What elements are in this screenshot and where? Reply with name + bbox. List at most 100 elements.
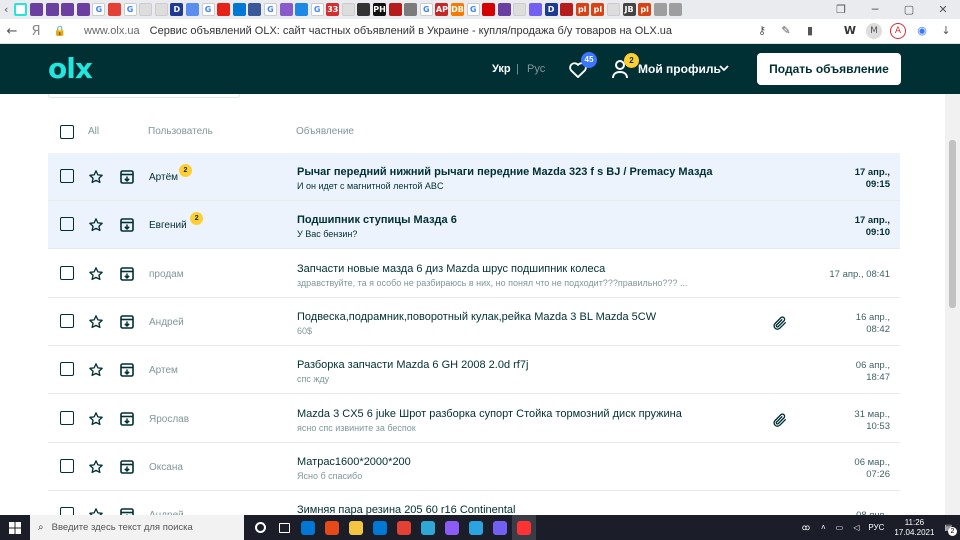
ad-title[interactable]: Запчасти новые мазда 6 диз Mazda шрус по… bbox=[297, 263, 605, 275]
language-indicator[interactable]: РУС bbox=[868, 523, 884, 532]
message-row[interactable]: Артём 2 Рычаг передний нижний рычаги перед… bbox=[48, 153, 900, 201]
play-favicon[interactable] bbox=[357, 3, 371, 16]
d-favicon[interactable]: D bbox=[170, 3, 184, 16]
download-icon[interactable]: ↓ bbox=[938, 23, 954, 39]
sender-name[interactable]: Оксана bbox=[149, 462, 183, 473]
doc-favicon[interactable] bbox=[341, 3, 355, 16]
yandex-browser-icon[interactable] bbox=[512, 515, 536, 540]
back-button[interactable]: ← bbox=[0, 24, 24, 39]
key-icon[interactable]: ⚷ bbox=[754, 23, 770, 39]
pl-favicon[interactable]: pl bbox=[575, 3, 589, 16]
google-favicon[interactable]: G bbox=[419, 3, 433, 16]
clock[interactable]: 11:26 17.04.2021 bbox=[894, 518, 934, 538]
ap-favicon[interactable]: AP bbox=[435, 3, 449, 16]
viber-favicon[interactable] bbox=[529, 3, 542, 16]
ad-title[interactable]: Подвеска,подрамник,поворотный кулак,рейк… bbox=[297, 311, 656, 323]
last-message[interactable]: И он идет с магнитной лентой ABC bbox=[297, 181, 727, 191]
purple-favicon[interactable] bbox=[497, 3, 511, 16]
heart-favicon[interactable] bbox=[560, 3, 574, 16]
select-all-checkbox[interactable] bbox=[60, 125, 74, 139]
row-checkbox[interactable] bbox=[60, 169, 74, 183]
scrollbar-thumb[interactable] bbox=[949, 140, 956, 308]
message-row[interactable]: Евгений 2 Подшипник ступицы Мазда 6 У Вас б… bbox=[48, 201, 900, 250]
car-favicon[interactable] bbox=[653, 3, 667, 16]
archive-icon[interactable] bbox=[120, 315, 134, 329]
network-icon[interactable]: ▭ bbox=[836, 523, 844, 532]
doc-favicon[interactable] bbox=[154, 3, 168, 16]
people-icon[interactable]: ꝏ bbox=[802, 523, 810, 532]
notifications-center-icon[interactable]: ▤2 bbox=[944, 523, 957, 536]
ph-favicon[interactable]: PH bbox=[373, 3, 387, 16]
pl-favicon[interactable]: pl bbox=[638, 3, 652, 16]
star-icon[interactable] bbox=[88, 362, 104, 378]
message-row[interactable]: Андрей Подвеска,подрамник,поворотный кула… bbox=[48, 298, 900, 346]
ad-title[interactable]: Матрас1600*2000*200 bbox=[297, 456, 411, 468]
google-favicon[interactable]: G bbox=[201, 3, 215, 16]
star-icon[interactable] bbox=[88, 411, 104, 427]
store-icon[interactable] bbox=[296, 515, 320, 540]
ad-title[interactable]: Разборка запчасти Mazda 6 GH 2008 2.0d r… bbox=[297, 359, 528, 371]
row-checkbox[interactable] bbox=[60, 265, 74, 280]
extension-shield-icon[interactable]: ◉ bbox=[914, 23, 930, 39]
opera-favicon[interactable] bbox=[482, 3, 496, 16]
minimize-button[interactable]: ─ bbox=[858, 0, 892, 19]
url-page-title[interactable]: Сервис объявлений OLX: сайт частных объя… bbox=[150, 25, 672, 37]
last-message[interactable]: здравствуйте, та я особо не разбираюсь в… bbox=[297, 278, 727, 288]
yandex-home-button[interactable]: Я bbox=[24, 24, 48, 39]
extension-m-icon[interactable]: M bbox=[866, 23, 882, 39]
purple-favicon[interactable] bbox=[45, 3, 59, 16]
row-checkbox[interactable] bbox=[60, 410, 74, 425]
telegram-icon[interactable] bbox=[464, 515, 488, 540]
archive-icon[interactable] bbox=[120, 459, 134, 474]
row-checkbox[interactable] bbox=[60, 313, 74, 328]
doc-favicon[interactable] bbox=[139, 3, 153, 16]
url-host[interactable]: www.olx.ua bbox=[84, 25, 140, 37]
sender-name[interactable]: Ярослав bbox=[149, 414, 189, 425]
folder-icon[interactable] bbox=[344, 515, 368, 540]
mail-favicon[interactable] bbox=[232, 3, 246, 16]
pin-tabs-icon[interactable]: ❐ bbox=[824, 0, 858, 19]
last-message[interactable]: Ясно б спасибо bbox=[297, 471, 727, 481]
car-favicon[interactable] bbox=[669, 3, 683, 16]
google-favicon[interactable]: G bbox=[466, 3, 480, 16]
google-favicon[interactable]: G bbox=[92, 3, 106, 16]
message-row[interactable]: Оксана Матрас1600*2000*200 Ясно б спасибо 0… bbox=[48, 443, 900, 491]
pl-favicon[interactable]: pl bbox=[591, 3, 605, 16]
taskbar-search-box[interactable]: ⌕ Введите здесь текст для поиска bbox=[30, 515, 244, 540]
speaker-icon[interactable]: ◁ bbox=[853, 523, 859, 532]
last-message[interactable]: спс жду bbox=[297, 374, 727, 384]
chrome-favicon[interactable] bbox=[107, 3, 121, 16]
sender-name[interactable]: Артем bbox=[149, 365, 178, 376]
close-window-button[interactable]: ✕ bbox=[926, 0, 960, 19]
message-row[interactable]: Артем Разборка запчасти Mazda 6 GH 2008 2… bbox=[48, 346, 900, 395]
star-icon[interactable] bbox=[88, 266, 104, 282]
eye-favicon[interactable] bbox=[295, 3, 309, 16]
google-favicon[interactable]: G bbox=[263, 3, 277, 16]
olx-favicon[interactable] bbox=[14, 3, 28, 16]
star-icon[interactable] bbox=[88, 314, 104, 330]
sender-name[interactable]: Евгений bbox=[149, 220, 187, 231]
lang-uk-link[interactable]: Укр bbox=[492, 63, 511, 75]
archive-icon[interactable] bbox=[120, 218, 134, 233]
g-favicon[interactable]: G bbox=[310, 3, 324, 16]
db-favicon[interactable]: DB bbox=[451, 3, 465, 16]
lang-ru-link[interactable]: Рус bbox=[527, 63, 545, 75]
purple-favicon[interactable] bbox=[30, 3, 43, 16]
ad-title[interactable]: Рычаг передний нижний рычаги передние Ma… bbox=[297, 166, 713, 178]
my-profile-link[interactable]: Мой профиль bbox=[638, 62, 721, 76]
cortana-icon[interactable] bbox=[248, 515, 272, 540]
d-favicon[interactable]: D bbox=[544, 3, 558, 16]
app-purple-icon[interactable] bbox=[440, 515, 464, 540]
extension-a-icon[interactable]: A bbox=[890, 23, 906, 39]
archive-icon[interactable] bbox=[120, 363, 134, 377]
app-red-icon[interactable] bbox=[320, 515, 344, 540]
facebook-favicon[interactable] bbox=[248, 3, 262, 16]
sender-name[interactable]: продам bbox=[149, 269, 184, 280]
doc-favicon[interactable] bbox=[606, 3, 620, 16]
chain-favicon[interactable] bbox=[279, 3, 293, 16]
viber-icon[interactable] bbox=[488, 515, 512, 540]
last-message[interactable]: 60$ bbox=[297, 326, 727, 336]
purple-favicon[interactable] bbox=[76, 3, 90, 16]
heart-favicon[interactable] bbox=[388, 3, 402, 16]
row-checkbox[interactable] bbox=[60, 217, 74, 232]
